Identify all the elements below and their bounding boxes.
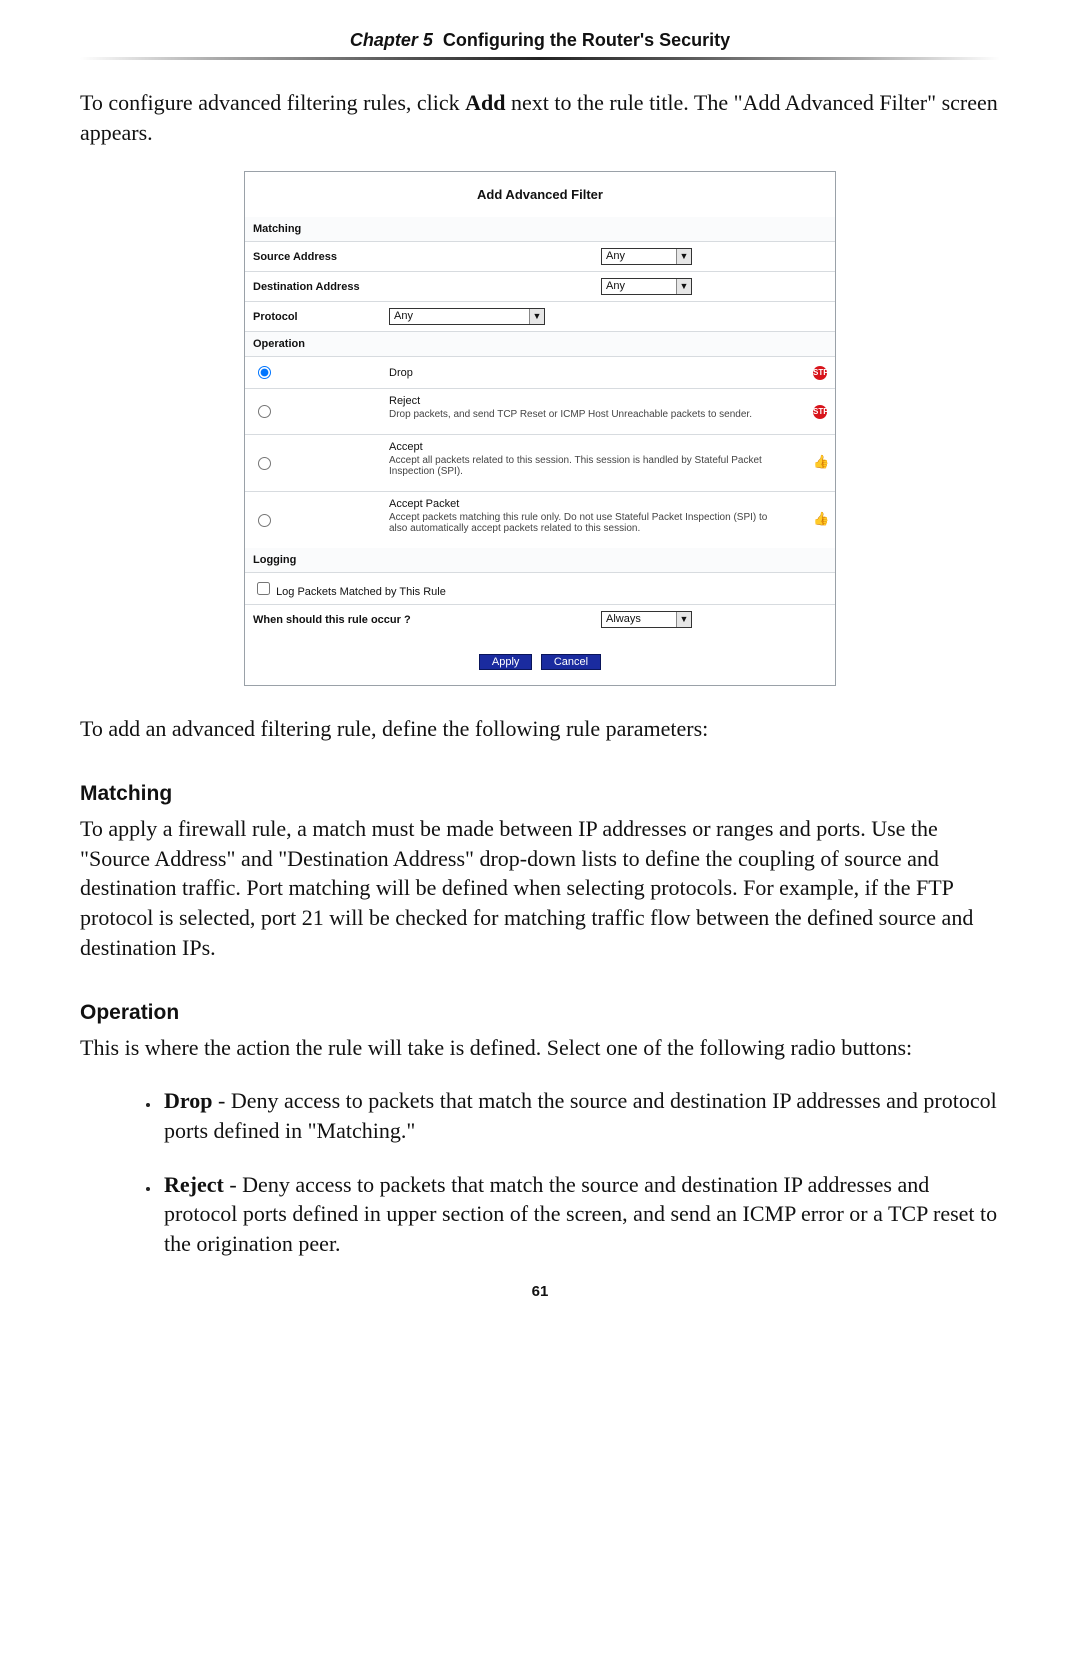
thumbs-up-icon: 👍 <box>813 513 827 527</box>
chapter-header: Chapter 5 Configuring the Router's Secur… <box>80 30 1000 51</box>
chapter-label: Chapter 5 <box>350 30 433 50</box>
intro-paragraph: To configure advanced filtering rules, c… <box>80 88 1000 147</box>
log-packets-checkbox[interactable] <box>257 582 270 595</box>
operation-reject-desc: Drop packets, and send TCP Reset or ICMP… <box>389 407 771 428</box>
chevron-down-icon: ▼ <box>676 612 691 627</box>
operation-intro: This is where the action the rule will t… <box>80 1033 1000 1063</box>
operation-accept-packet-radio[interactable] <box>258 514 271 527</box>
schedule-select[interactable]: Always ▼ <box>601 611 692 628</box>
thumbs-up-icon: 👍 <box>813 456 827 470</box>
operation-accept-packet-label: Accept Packet <box>389 498 771 510</box>
protocol-label: Protocol <box>245 302 381 332</box>
schedule-label: When should this rule occur ? <box>245 605 593 635</box>
operation-reject-label: Reject <box>389 395 771 407</box>
operation-drop-radio[interactable] <box>258 366 271 379</box>
apply-button[interactable]: Apply <box>479 654 533 670</box>
protocol-select[interactable]: Any ▼ <box>389 308 545 325</box>
operation-heading: Operation <box>80 1001 1000 1025</box>
cancel-button[interactable]: Cancel <box>541 654 601 670</box>
chapter-title: Configuring the Router's Security <box>443 30 730 50</box>
stop-icon: STP <box>813 405 827 419</box>
destination-address-label: Destination Address <box>245 272 593 302</box>
source-address-select[interactable]: Any ▼ <box>601 248 692 265</box>
logging-section-header: Logging <box>245 548 835 573</box>
after-screenshot-paragraph: To add an advanced filtering rule, defin… <box>80 714 1000 744</box>
operation-accept-packet-desc: Accept packets matching this rule only. … <box>389 510 771 542</box>
chevron-down-icon: ▼ <box>676 279 691 294</box>
log-packets-label: Log Packets Matched by This Rule <box>276 586 446 598</box>
operation-drop-item: Drop - Deny access to packets that match… <box>160 1086 1000 1145</box>
chevron-down-icon: ▼ <box>529 309 544 324</box>
matching-paragraph: To apply a firewall rule, a match must b… <box>80 814 1000 962</box>
add-advanced-filter-dialog: Add Advanced Filter Matching Source Addr… <box>244 171 836 686</box>
matching-section-header: Matching <box>245 217 835 242</box>
operation-accept-desc: Accept all packets related to this sessi… <box>389 453 771 485</box>
source-address-label: Source Address <box>245 242 593 272</box>
dialog-title: Add Advanced Filter <box>245 172 835 217</box>
operation-reject-item: Reject - Deny access to packets that mat… <box>160 1170 1000 1259</box>
page-number: 61 <box>80 1283 1000 1300</box>
operation-accept-label: Accept <box>389 441 771 453</box>
operation-drop-label: Drop <box>381 357 779 389</box>
operation-accept-radio[interactable] <box>258 457 271 470</box>
stop-icon: STP <box>813 366 827 380</box>
matching-heading: Matching <box>80 782 1000 806</box>
divider <box>80 57 1000 60</box>
operation-section-header: Operation <box>245 332 835 357</box>
operation-reject-radio[interactable] <box>258 405 271 418</box>
destination-address-select[interactable]: Any ▼ <box>601 278 692 295</box>
chevron-down-icon: ▼ <box>676 249 691 264</box>
